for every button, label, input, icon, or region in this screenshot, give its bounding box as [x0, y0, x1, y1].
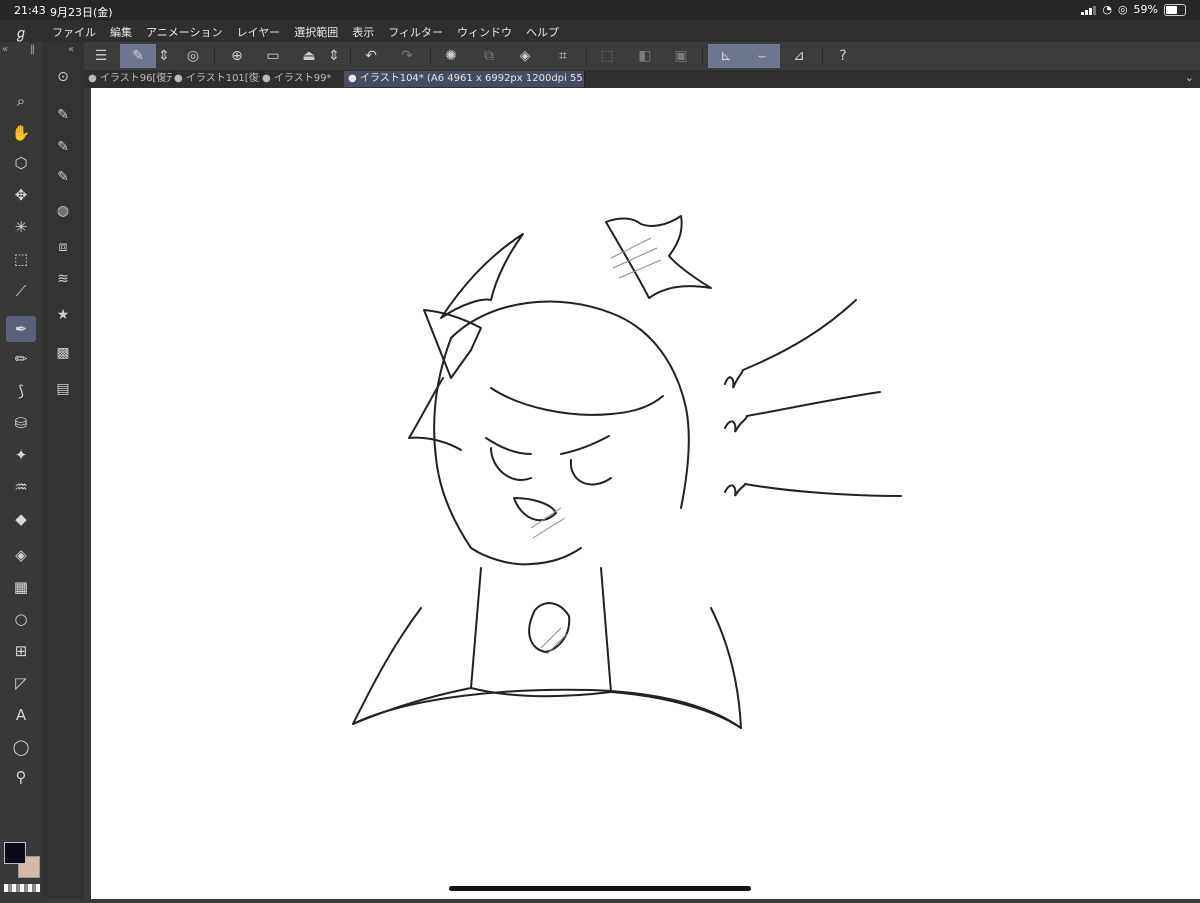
shape-icon[interactable]: ○ — [6, 606, 36, 632]
menu-window[interactable]: ウィンドウ — [457, 24, 512, 40]
layers-icon[interactable]: ≋ — [48, 266, 78, 292]
snap-ruler-icon[interactable]: ⊾ — [708, 44, 744, 68]
frame-icon[interactable]: ⊞ — [6, 638, 36, 664]
brush-size-icon[interactable]: ✎ — [48, 134, 78, 160]
main-color-swatch[interactable] — [4, 842, 26, 864]
gradient-icon[interactable]: ▦ — [6, 574, 36, 600]
status-right: ◔ ◎ 59% — [1081, 3, 1186, 16]
companion-icon[interactable]: ◎ — [178, 44, 208, 68]
hand-icon[interactable]: ✋ — [6, 120, 36, 146]
eyedropper-icon[interactable]: ⟋ — [6, 278, 36, 304]
app-logo-icon[interactable]: ℊ — [14, 23, 32, 42]
menu-layer[interactable]: レイヤー — [237, 24, 281, 40]
move-icon[interactable]: ✥ — [6, 182, 36, 208]
item-bank-icon[interactable]: ▩ — [48, 340, 78, 366]
navigator-icon[interactable]: ⊙ — [48, 64, 78, 90]
brush-icon[interactable]: ⟆ — [6, 378, 36, 404]
drawing-canvas[interactable] — [91, 88, 1200, 899]
balloon-icon[interactable]: ◯ — [6, 734, 36, 760]
pencil-icon[interactable]: ✏ — [6, 346, 36, 372]
snap-special-ruler-icon[interactable]: ⌣ — [744, 44, 780, 68]
chevron-down-icon[interactable]: ⌄ — [1185, 71, 1194, 84]
eraser-icon[interactable]: ◆ — [6, 506, 36, 532]
battery-percent: 59% — [1133, 3, 1158, 16]
menu-view[interactable]: 表示 — [352, 24, 374, 40]
status-date: 9月23日(金) — [50, 6, 113, 19]
tab-illust104[interactable]: ● イラスト104* (A6 4961 x 6992px 1200dpi 55.… — [344, 71, 585, 87]
redo-icon[interactable]: ↷ — [392, 44, 422, 68]
transform-icon[interactable]: ⧉ — [474, 44, 504, 68]
blend-icon[interactable]: ♒ — [6, 474, 36, 500]
edit-mode-icon[interactable]: ✎ — [120, 44, 156, 68]
zoom-icon[interactable]: ⌕ — [6, 88, 36, 114]
fill-bucket-icon[interactable]: ◈ — [510, 44, 540, 68]
object-select-icon[interactable]: ⬡ — [6, 150, 36, 176]
open-folder-icon[interactable]: ▭ — [258, 44, 288, 68]
tool-palette: «‖ ⌕ ✋ ⬡ ✥ ✳ ⬚ ⟋ ✒ ✏ ⟆ ⛁ ✦ ♒ ◆ ◈ ▦ ○ ⊞ ◸… — [0, 42, 42, 899]
marquee-icon[interactable]: ⬚ — [6, 246, 36, 272]
fill-icon[interactable]: ◈ — [6, 542, 36, 568]
menu-selection[interactable]: 選択範囲 — [294, 24, 338, 40]
tool-property-icon[interactable]: ✎ — [48, 102, 78, 128]
airbrush-icon[interactable]: ⛁ — [6, 410, 36, 436]
sub-tool-palette: « ⊙ ✎ ✎ ✎ ◍ ⧈ ≋ ★ ▩ ▤ — [42, 42, 84, 899]
brush-settings-icon[interactable]: ✎ — [48, 164, 78, 190]
auto-select-icon[interactable]: ✳ — [6, 214, 36, 240]
battery-icon — [1164, 3, 1186, 16]
clear-selection-icon[interactable]: ⬚ — [592, 44, 622, 68]
menu-bar: ℊ ファイル 編集 アニメーション レイヤー 選択範囲 表示 フィルター ウィン… — [0, 20, 1200, 42]
tab-illust99[interactable]: ● イラスト99* — [258, 71, 347, 87]
home-indicator — [449, 886, 751, 891]
layer-property-icon[interactable]: ⧈ — [48, 234, 78, 260]
hamburger-menu-icon[interactable]: ☰ — [86, 44, 116, 68]
menu-animation[interactable]: アニメーション — [146, 24, 223, 40]
command-bar: ☰ ✎ ⇕ ◎ ⊕ ▭ ⏏ ⇕ ↶ ↷ ✺ ⧉ ◈ ⌗ ⬚ ◧ ▣ ⊾ ⌣ ⊿ … — [0, 42, 1200, 71]
transparent-color-swatch[interactable] — [4, 884, 40, 892]
ruler-icon[interactable]: ◸ — [6, 670, 36, 696]
expand-selection-icon[interactable]: ▣ — [666, 44, 696, 68]
menu-file[interactable]: ファイル — [52, 24, 96, 40]
status-bar: 21:43 9月23日(金) ◔ ◎ 59% — [0, 0, 1200, 20]
new-canvas-icon[interactable]: ⊕ — [222, 44, 252, 68]
canvas-tabs: ● イラスト96[復元] ● イラスト101[復元] ● イラスト99* ● イ… — [84, 70, 1200, 88]
color-wheel-icon[interactable]: ◍ — [48, 198, 78, 224]
decoration-icon[interactable]: ✦ — [6, 442, 36, 468]
collapse-sub[interactable]: « — [42, 42, 84, 62]
snap-grid-icon[interactable]: ⊿ — [784, 44, 814, 68]
pen-icon[interactable]: ✒ — [6, 316, 36, 342]
collapse-left[interactable]: «‖ — [0, 42, 42, 62]
loading-icon[interactable]: ✺ — [436, 44, 466, 68]
timeline-icon[interactable]: ▤ — [48, 376, 78, 402]
status-time: 21:43 — [14, 4, 46, 17]
text-icon[interactable]: A — [6, 702, 36, 728]
invert-selection-icon[interactable]: ◧ — [630, 44, 660, 68]
correction-icon[interactable]: ⚲ — [6, 764, 36, 790]
mode-switch-icon[interactable]: ⇕ — [154, 44, 174, 68]
wifi-icon: ◔ — [1102, 3, 1112, 16]
sketch-illustration — [352, 215, 902, 729]
tab-illust101[interactable]: ● イラスト101[復元] — [170, 71, 261, 87]
menu-edit[interactable]: 編集 — [110, 24, 132, 40]
cellular-signal-icon — [1081, 5, 1097, 15]
menu-filter[interactable]: フィルター — [388, 24, 443, 40]
crop-icon[interactable]: ⌗ — [548, 44, 578, 68]
menu-help[interactable]: ヘルプ — [526, 24, 559, 40]
material-icon[interactable]: ★ — [48, 302, 78, 328]
save-icon[interactable]: ⏏ — [294, 44, 324, 68]
save-options-icon[interactable]: ⇕ — [324, 44, 344, 68]
tab-illust96[interactable]: ● イラスト96[復元] — [84, 71, 173, 87]
orientation-lock-icon: ◎ — [1117, 3, 1128, 16]
help-icon[interactable]: ? — [828, 44, 858, 68]
undo-icon[interactable]: ↶ — [356, 44, 386, 68]
